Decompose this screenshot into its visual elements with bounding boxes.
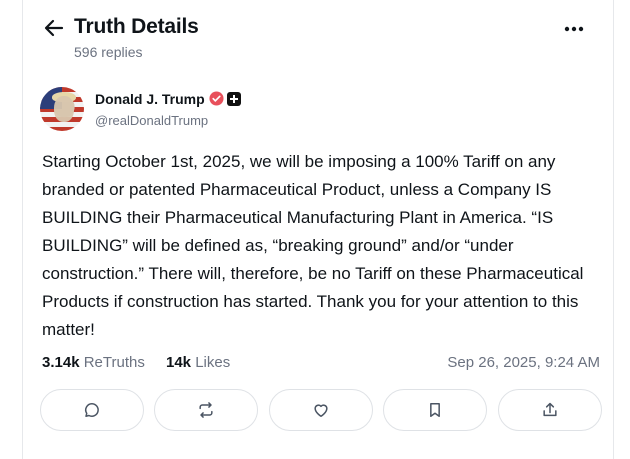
reply-icon — [84, 402, 99, 417]
post-text: Starting October 1st, 2025, we will be i… — [42, 152, 584, 339]
more-options-button[interactable] — [560, 18, 588, 40]
post-author: Donald J. Trump @realDonaldTrump — [40, 87, 600, 133]
reply-count: 596 replies — [74, 44, 143, 60]
action-bar — [40, 389, 602, 433]
author-handle[interactable]: @realDonaldTrump — [95, 113, 208, 128]
share-button[interactable] — [498, 389, 602, 431]
likes-count: 14k — [166, 354, 192, 371]
plus-badge-icon — [226, 92, 241, 106]
arrow-left-icon — [44, 19, 64, 37]
retruths-count: 3.14k — [42, 354, 80, 371]
back-button[interactable] — [42, 16, 66, 40]
retruth-button[interactable] — [154, 389, 258, 431]
like-icon — [314, 404, 328, 417]
retruth-icon — [199, 402, 213, 418]
page-title: Truth Details — [74, 15, 199, 38]
reply-button[interactable] — [40, 389, 144, 431]
page-header: Truth Details 596 replies — [42, 14, 602, 62]
post-timestamp: Sep 26, 2025, 9:24 AM — [447, 354, 600, 371]
author-name[interactable]: Donald J. Trump — [95, 91, 205, 107]
retruths-stat[interactable]: 3.14k ReTruths — [42, 354, 145, 371]
post-stats: 3.14k ReTruths 14k Likes Sep 26, 2025, 9… — [42, 354, 600, 374]
avatar[interactable] — [40, 87, 84, 131]
bookmark-button[interactable] — [383, 389, 487, 431]
retruths-label: ReTruths — [83, 354, 145, 371]
likes-label: Likes — [195, 354, 231, 371]
likes-stat[interactable]: 14k Likes — [166, 354, 230, 371]
bookmark-icon — [430, 403, 440, 417]
share-icon — [543, 402, 557, 417]
verified-badge-icon — [209, 91, 224, 106]
like-button[interactable] — [269, 389, 373, 431]
more-horizontal-icon — [564, 26, 584, 32]
